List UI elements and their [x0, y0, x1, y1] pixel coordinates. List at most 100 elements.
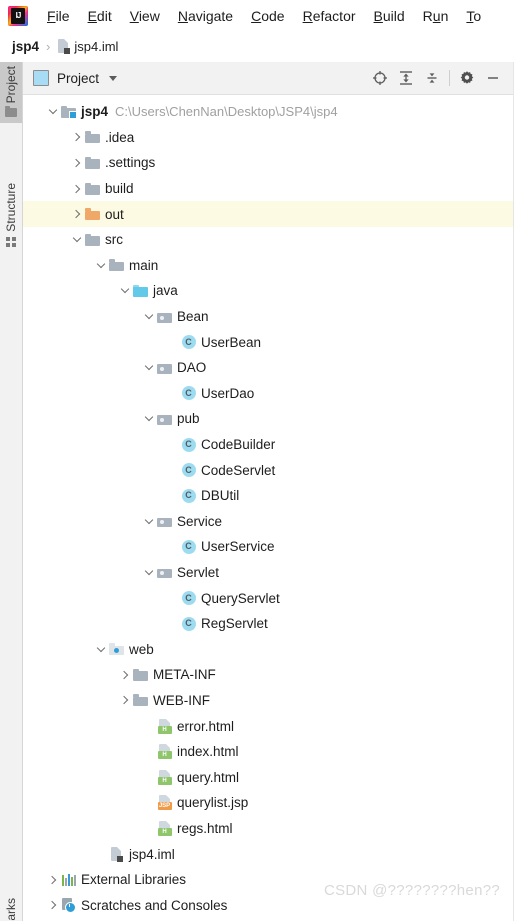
tree-row-java[interactable]: java — [23, 278, 514, 304]
tree-row-Bean[interactable]: Bean — [23, 304, 514, 330]
chevron-right-icon[interactable] — [69, 186, 84, 192]
tree-row-index.html[interactable]: Hindex.html — [23, 739, 514, 765]
chevron-right-icon[interactable] — [69, 134, 84, 140]
sidebar-tab-project-label: Project — [4, 66, 18, 104]
tree-row-label: External Libraries — [81, 872, 187, 888]
chevron-down-icon[interactable] — [93, 648, 108, 651]
chevron-down-icon[interactable] — [69, 238, 84, 241]
settings-button[interactable] — [454, 65, 480, 91]
menu-item-file[interactable]: File — [38, 4, 79, 28]
project-view-icon — [33, 70, 49, 86]
tree-row-regs.html[interactable]: Hregs.html — [23, 816, 514, 842]
select-opened-file-button[interactable] — [367, 65, 393, 91]
chevron-down-icon[interactable] — [141, 520, 156, 523]
tree-row-UserDao[interactable]: C UserDao — [23, 381, 514, 407]
tree-row-label: DAO — [177, 360, 207, 376]
chevron-down-icon[interactable] — [93, 264, 108, 267]
sidebar-tab-structure[interactable]: Structure — [0, 179, 22, 254]
tree-row-label: pub — [177, 411, 200, 427]
tree-row-Servlet[interactable]: Servlet — [23, 560, 514, 586]
breadcrumb-project[interactable]: jsp4 — [12, 39, 39, 54]
tree-row-label: RegServlet — [201, 616, 268, 632]
iml-file-icon — [110, 846, 123, 862]
idea-window: FileEditViewNavigateCodeRefactorBuildRun… — [0, 0, 514, 921]
html-file-icon: H — [157, 769, 172, 785]
menu-item-to[interactable]: To — [457, 4, 490, 28]
project-tree[interactable]: jsp4 C:\Users\ChenNan\Desktop\JSP4\jsp4 .i… — [23, 95, 514, 921]
breadcrumb: jsp4 › jsp4.iml — [0, 31, 514, 63]
menu-item-navigate[interactable]: Navigate — [169, 4, 242, 28]
folder-icon — [5, 106, 17, 118]
chevron-down-icon[interactable] — [141, 315, 156, 318]
chevron-down-icon[interactable] — [45, 110, 60, 113]
chevron-down-icon[interactable] — [141, 417, 156, 420]
tree-row-DAO[interactable]: DAO — [23, 355, 514, 381]
tree-row-error.html[interactable]: Herror.html — [23, 713, 514, 739]
tree-row-jsp4.iml[interactable]: jsp4.iml — [23, 841, 514, 867]
menu-item-build[interactable]: Build — [365, 4, 414, 28]
chevron-down-icon[interactable] — [117, 289, 132, 292]
chevron-right-icon[interactable] — [45, 877, 60, 883]
tree-row-label: QueryServlet — [201, 590, 280, 606]
chevron-down-icon[interactable] — [141, 571, 156, 574]
tree-row-CodeServlet[interactable]: C CodeServlet — [23, 457, 514, 483]
tree-row-build[interactable]: build — [23, 176, 514, 202]
breadcrumb-file[interactable]: jsp4.iml — [57, 39, 118, 54]
iml-file-icon — [57, 39, 71, 54]
tree-row-label: CodeServlet — [201, 462, 276, 478]
tree-row-out[interactable]: out — [23, 201, 514, 227]
tree-row-QueryServlet[interactable]: C QueryServlet — [23, 585, 514, 611]
tree-row-UserBean[interactable]: C UserBean — [23, 329, 514, 355]
chevron-down-icon[interactable] — [141, 366, 156, 369]
tree-row-RegServlet[interactable]: C RegServlet — [23, 611, 514, 637]
tree-row-idea[interactable]: .idea — [23, 125, 514, 151]
tree-row-label: web — [129, 641, 154, 657]
sidebar-tab-bookmarks[interactable]: arks — [0, 859, 22, 921]
minimize-button[interactable] — [480, 65, 506, 91]
tree-row-src[interactable]: src — [23, 227, 514, 253]
tree-row-label: UserBean — [201, 334, 262, 350]
menu-item-refactor[interactable]: Refactor — [294, 4, 365, 28]
csdn-watermark: CSDN @????????hen?? — [323, 882, 500, 899]
tree-row-label: querylist.jsp — [177, 795, 249, 811]
menu-item-run[interactable]: Run — [414, 4, 458, 28]
chevron-down-icon[interactable] — [109, 75, 118, 81]
tree-row-settings[interactable]: .settings — [23, 150, 514, 176]
menu-item-code[interactable]: Code — [242, 4, 293, 28]
html-file-icon: H — [157, 718, 172, 734]
collapse-all-button[interactable] — [419, 65, 445, 91]
tree-row-main[interactable]: main — [23, 253, 514, 279]
tree-row-CodeBuilder[interactable]: C CodeBuilder — [23, 432, 514, 458]
tree-row-querylist.jsp[interactable]: JSP querylist.jsp — [23, 790, 514, 816]
chevron-right-icon[interactable] — [45, 902, 60, 908]
chevron-right-icon[interactable] — [117, 697, 132, 703]
chevron-right-icon[interactable] — [69, 160, 84, 166]
tree-row-META-INF[interactable]: META-INF — [23, 662, 514, 688]
tree-row-Service[interactable]: Service — [23, 509, 514, 535]
expand-all-button[interactable] — [393, 65, 419, 91]
chevron-right-icon[interactable] — [69, 211, 84, 217]
tree-row-pub[interactable]: pub — [23, 406, 514, 432]
scratches-icon — [61, 897, 76, 913]
chevron-right-icon[interactable] — [117, 672, 132, 678]
excluded-folder-icon — [85, 208, 100, 221]
tree-row-query.html[interactable]: Hquery.html — [23, 764, 514, 790]
tree-row-DBUtil[interactable]: C DBUtil — [23, 483, 514, 509]
package-folder-icon — [157, 362, 172, 374]
java-class-icon: C — [181, 463, 196, 478]
tree-row-label: error.html — [177, 718, 235, 734]
tree-row-UserService[interactable]: C UserService — [23, 534, 514, 560]
folder-icon — [133, 694, 148, 707]
tree-row-WEB-INF[interactable]: WEB-INF — [23, 688, 514, 714]
tree-row-label: .idea — [105, 129, 135, 145]
java-class-icon: C — [181, 386, 196, 401]
tree-row-web[interactable]: web — [23, 636, 514, 662]
package-folder-icon — [157, 311, 172, 323]
jsp-file-icon: JSP — [157, 795, 172, 811]
sidebar-tab-project[interactable]: Project — [0, 62, 22, 124]
tree-row-jsp4[interactable]: jsp4 C:\Users\ChenNan\Desktop\JSP4\jsp4 — [23, 99, 514, 125]
menu-item-view[interactable]: View — [121, 4, 169, 28]
left-tool-strip: Project Structure arks — [0, 62, 23, 921]
menu-item-edit[interactable]: Edit — [79, 4, 121, 28]
external-libraries-icon — [61, 873, 76, 887]
